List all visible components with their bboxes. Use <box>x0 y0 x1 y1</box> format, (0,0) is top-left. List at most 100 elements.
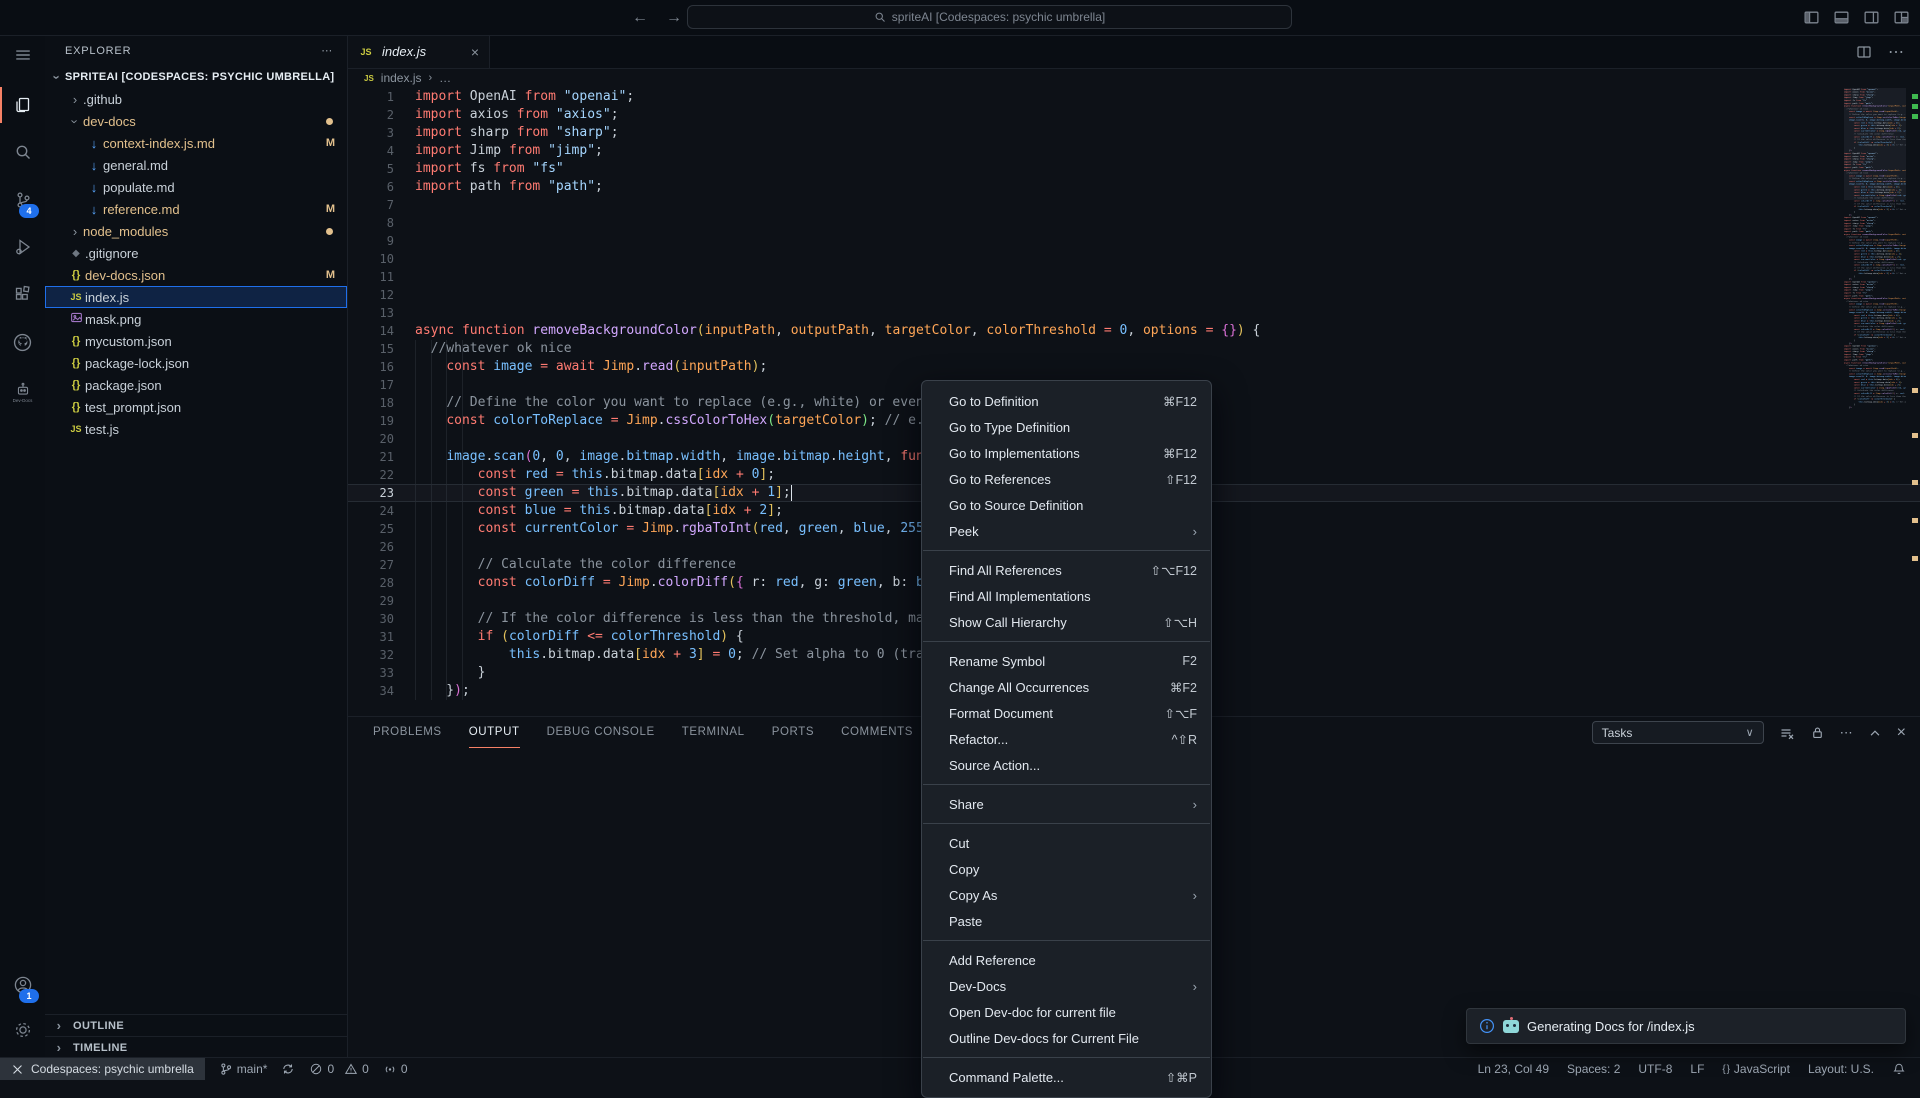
code-line[interactable]: 12 <box>347 286 1920 304</box>
tree-item-general-md[interactable]: ↓general.md <box>45 154 347 176</box>
code-line[interactable]: 16 const image = await Jimp.read(inputPa… <box>347 358 1920 376</box>
problems-status[interactable]: 0 0 <box>309 1062 368 1076</box>
cursor-position[interactable]: Ln 23, Col 49 <box>1478 1062 1549 1076</box>
tree-item-test-js[interactable]: JStest.js <box>45 418 347 440</box>
account-icon[interactable]: 1 <box>0 965 45 1005</box>
tree-root-folder[interactable]: ›SPRITEAI [CODESPACES: PSYCHIC UMBRELLA] <box>45 66 347 88</box>
menu-hamburger-icon[interactable] <box>0 35 45 75</box>
menu-item-go-to-implementations[interactable]: Go to Implementations⌘F12 <box>922 440 1211 466</box>
menu-item-go-to-references[interactable]: Go to References⇧F12 <box>922 466 1211 492</box>
language-mode[interactable]: { } JavaScript <box>1722 1062 1790 1076</box>
menu-item-go-to-definition[interactable]: Go to Definition⌘F12 <box>922 388 1211 414</box>
menu-item-find-all-implementations[interactable]: Find All Implementations <box>922 583 1211 609</box>
ports-status[interactable]: 0 <box>383 1062 408 1076</box>
code-line[interactable]: 7 <box>347 196 1920 214</box>
code-line[interactable]: 1import OpenAI from "openai"; <box>347 88 1920 106</box>
menu-item-rename-symbol[interactable]: Rename SymbolF2 <box>922 648 1211 674</box>
tree-item-mask-png[interactable]: mask.png <box>45 308 347 330</box>
tree-item-reference-md[interactable]: ↓reference.mdM <box>45 198 347 220</box>
menu-item-paste[interactable]: Paste <box>922 908 1211 934</box>
panel-tab-ports[interactable]: PORTS <box>772 717 814 748</box>
menu-item-peek[interactable]: Peek› <box>922 518 1211 544</box>
code-line[interactable]: 11 <box>347 268 1920 286</box>
breadcrumb-symbol[interactable]: … <box>439 71 451 85</box>
tree-item-test-prompt-json[interactable]: {}test_prompt.json <box>45 396 347 418</box>
toggle-secondary-sidebar-icon[interactable] <box>1863 9 1880 26</box>
code-line[interactable]: 6import path from "path"; <box>347 178 1920 196</box>
editor-more-actions-icon[interactable]: ⋯ <box>1888 42 1904 62</box>
customize-layout-icon[interactable] <box>1893 9 1910 26</box>
code-line[interactable]: 4import Jimp from "jimp"; <box>347 142 1920 160</box>
menu-item-outline-dev-docs-for-current-file[interactable]: Outline Dev-docs for Current File <box>922 1025 1211 1051</box>
tree-item--github[interactable]: ›.github <box>45 88 347 110</box>
menu-item-open-dev-doc-for-current-file[interactable]: Open Dev-doc for current file <box>922 999 1211 1025</box>
tab-index-js[interactable]: JS index.js × <box>347 35 490 68</box>
panel-tab-output[interactable]: OUTPUT <box>469 717 520 748</box>
menu-item-go-to-type-definition[interactable]: Go to Type Definition <box>922 414 1211 440</box>
indentation[interactable]: Spaces: 2 <box>1567 1062 1620 1076</box>
breadcrumb[interactable]: JS index.js › … <box>347 68 1920 88</box>
toggle-sidebar-icon[interactable] <box>1803 9 1820 26</box>
maximize-panel-icon[interactable] <box>1868 726 1882 740</box>
close-panel-icon[interactable]: × <box>1897 724 1906 742</box>
code-line[interactable]: 2import axios from "axios"; <box>347 106 1920 124</box>
menu-item-share[interactable]: Share› <box>922 791 1211 817</box>
tree-item--gitignore[interactable]: ◆.gitignore <box>45 242 347 264</box>
menu-item-add-reference[interactable]: Add Reference <box>922 947 1211 973</box>
tree-item-package-lock-json[interactable]: {}package-lock.json <box>45 352 347 374</box>
sync-status[interactable] <box>281 1062 295 1076</box>
dev-docs-view-icon[interactable]: Dev-Docs <box>0 370 45 410</box>
menu-item-show-call-hierarchy[interactable]: Show Call Hierarchy⇧⌥H <box>922 609 1211 635</box>
code-line[interactable]: 13 <box>347 304 1920 322</box>
tree-item-node-modules[interactable]: ›node_modules <box>45 220 347 242</box>
panel-more-actions-icon[interactable]: ⋯ <box>1840 725 1853 741</box>
menu-item-copy-as[interactable]: Copy As› <box>922 882 1211 908</box>
code-line[interactable]: 8 <box>347 214 1920 232</box>
outline-section[interactable]: › OUTLINE <box>45 1014 347 1036</box>
eol-sequence[interactable]: LF <box>1690 1062 1704 1076</box>
clear-output-icon[interactable] <box>1779 725 1795 741</box>
timeline-section[interactable]: › TIMELINE <box>45 1036 347 1058</box>
menu-item-command-palette-[interactable]: Command Palette...⇧⌘P <box>922 1064 1211 1090</box>
code-line[interactable]: 5import fs from "fs" <box>347 160 1920 178</box>
command-center-search[interactable]: spriteAI [Codespaces: psychic umbrella] <box>687 5 1292 29</box>
panel-tab-terminal[interactable]: TERMINAL <box>682 717 745 748</box>
lock-icon[interactable] <box>1810 725 1825 740</box>
menu-item-dev-docs[interactable]: Dev-Docs› <box>922 973 1211 999</box>
toggle-panel-icon[interactable] <box>1833 9 1850 26</box>
code-line[interactable]: 15 //whatever ok nice <box>347 340 1920 358</box>
panel-tab-comments[interactable]: COMMENTS <box>841 717 913 748</box>
nav-back-icon[interactable]: ← <box>632 9 648 27</box>
tree-item-dev-docs[interactable]: ›dev-docs <box>45 110 347 132</box>
tree-item-package-json[interactable]: {}package.json <box>45 374 347 396</box>
encoding[interactable]: UTF-8 <box>1638 1062 1672 1076</box>
menu-item-cut[interactable]: Cut <box>922 830 1211 856</box>
remote-indicator[interactable]: Codespaces: psychic umbrella <box>0 1058 205 1080</box>
explorer-actions-icon[interactable]: ⋯ <box>321 44 333 57</box>
panel-tab-problems[interactable]: PROBLEMS <box>373 717 442 748</box>
nav-forward-icon[interactable]: → <box>666 9 682 27</box>
tree-item-mycustom-json[interactable]: {}mycustom.json <box>45 330 347 352</box>
tree-item-populate-md[interactable]: ↓populate.md <box>45 176 347 198</box>
menu-item-source-action-[interactable]: Source Action... <box>922 752 1211 778</box>
notification-toast[interactable]: Generating Docs for /index.js <box>1466 1008 1906 1044</box>
menu-item-refactor-[interactable]: Refactor...^⇧R <box>922 726 1211 752</box>
bell-icon[interactable] <box>1892 1062 1906 1076</box>
tree-item-index-js[interactable]: JSindex.js <box>45 286 347 308</box>
branch-status[interactable]: main* <box>219 1062 268 1076</box>
breadcrumb-file[interactable]: index.js <box>381 71 422 85</box>
menu-item-change-all-occurrences[interactable]: Change All Occurrences⌘F2 <box>922 674 1211 700</box>
code-line[interactable]: 9 <box>347 232 1920 250</box>
code-line[interactable]: 3import sharp from "sharp"; <box>347 124 1920 142</box>
tree-item-dev-docs-json[interactable]: {}dev-docs.jsonM <box>45 264 347 286</box>
run-debug-icon[interactable] <box>0 227 45 267</box>
menu-item-format-document[interactable]: Format Document⇧⌥F <box>922 700 1211 726</box>
explorer-icon[interactable] <box>0 85 45 125</box>
menu-item-go-to-source-definition[interactable]: Go to Source Definition <box>922 492 1211 518</box>
tree-item-context-index-js-md[interactable]: ↓context-index.js.mdM <box>45 132 347 154</box>
keyboard-layout[interactable]: Layout: U.S. <box>1808 1062 1874 1076</box>
split-editor-icon[interactable] <box>1856 44 1872 60</box>
menu-item-copy[interactable]: Copy <box>922 856 1211 882</box>
source-control-icon[interactable]: 4 <box>0 180 45 220</box>
github-icon[interactable] <box>0 322 45 362</box>
